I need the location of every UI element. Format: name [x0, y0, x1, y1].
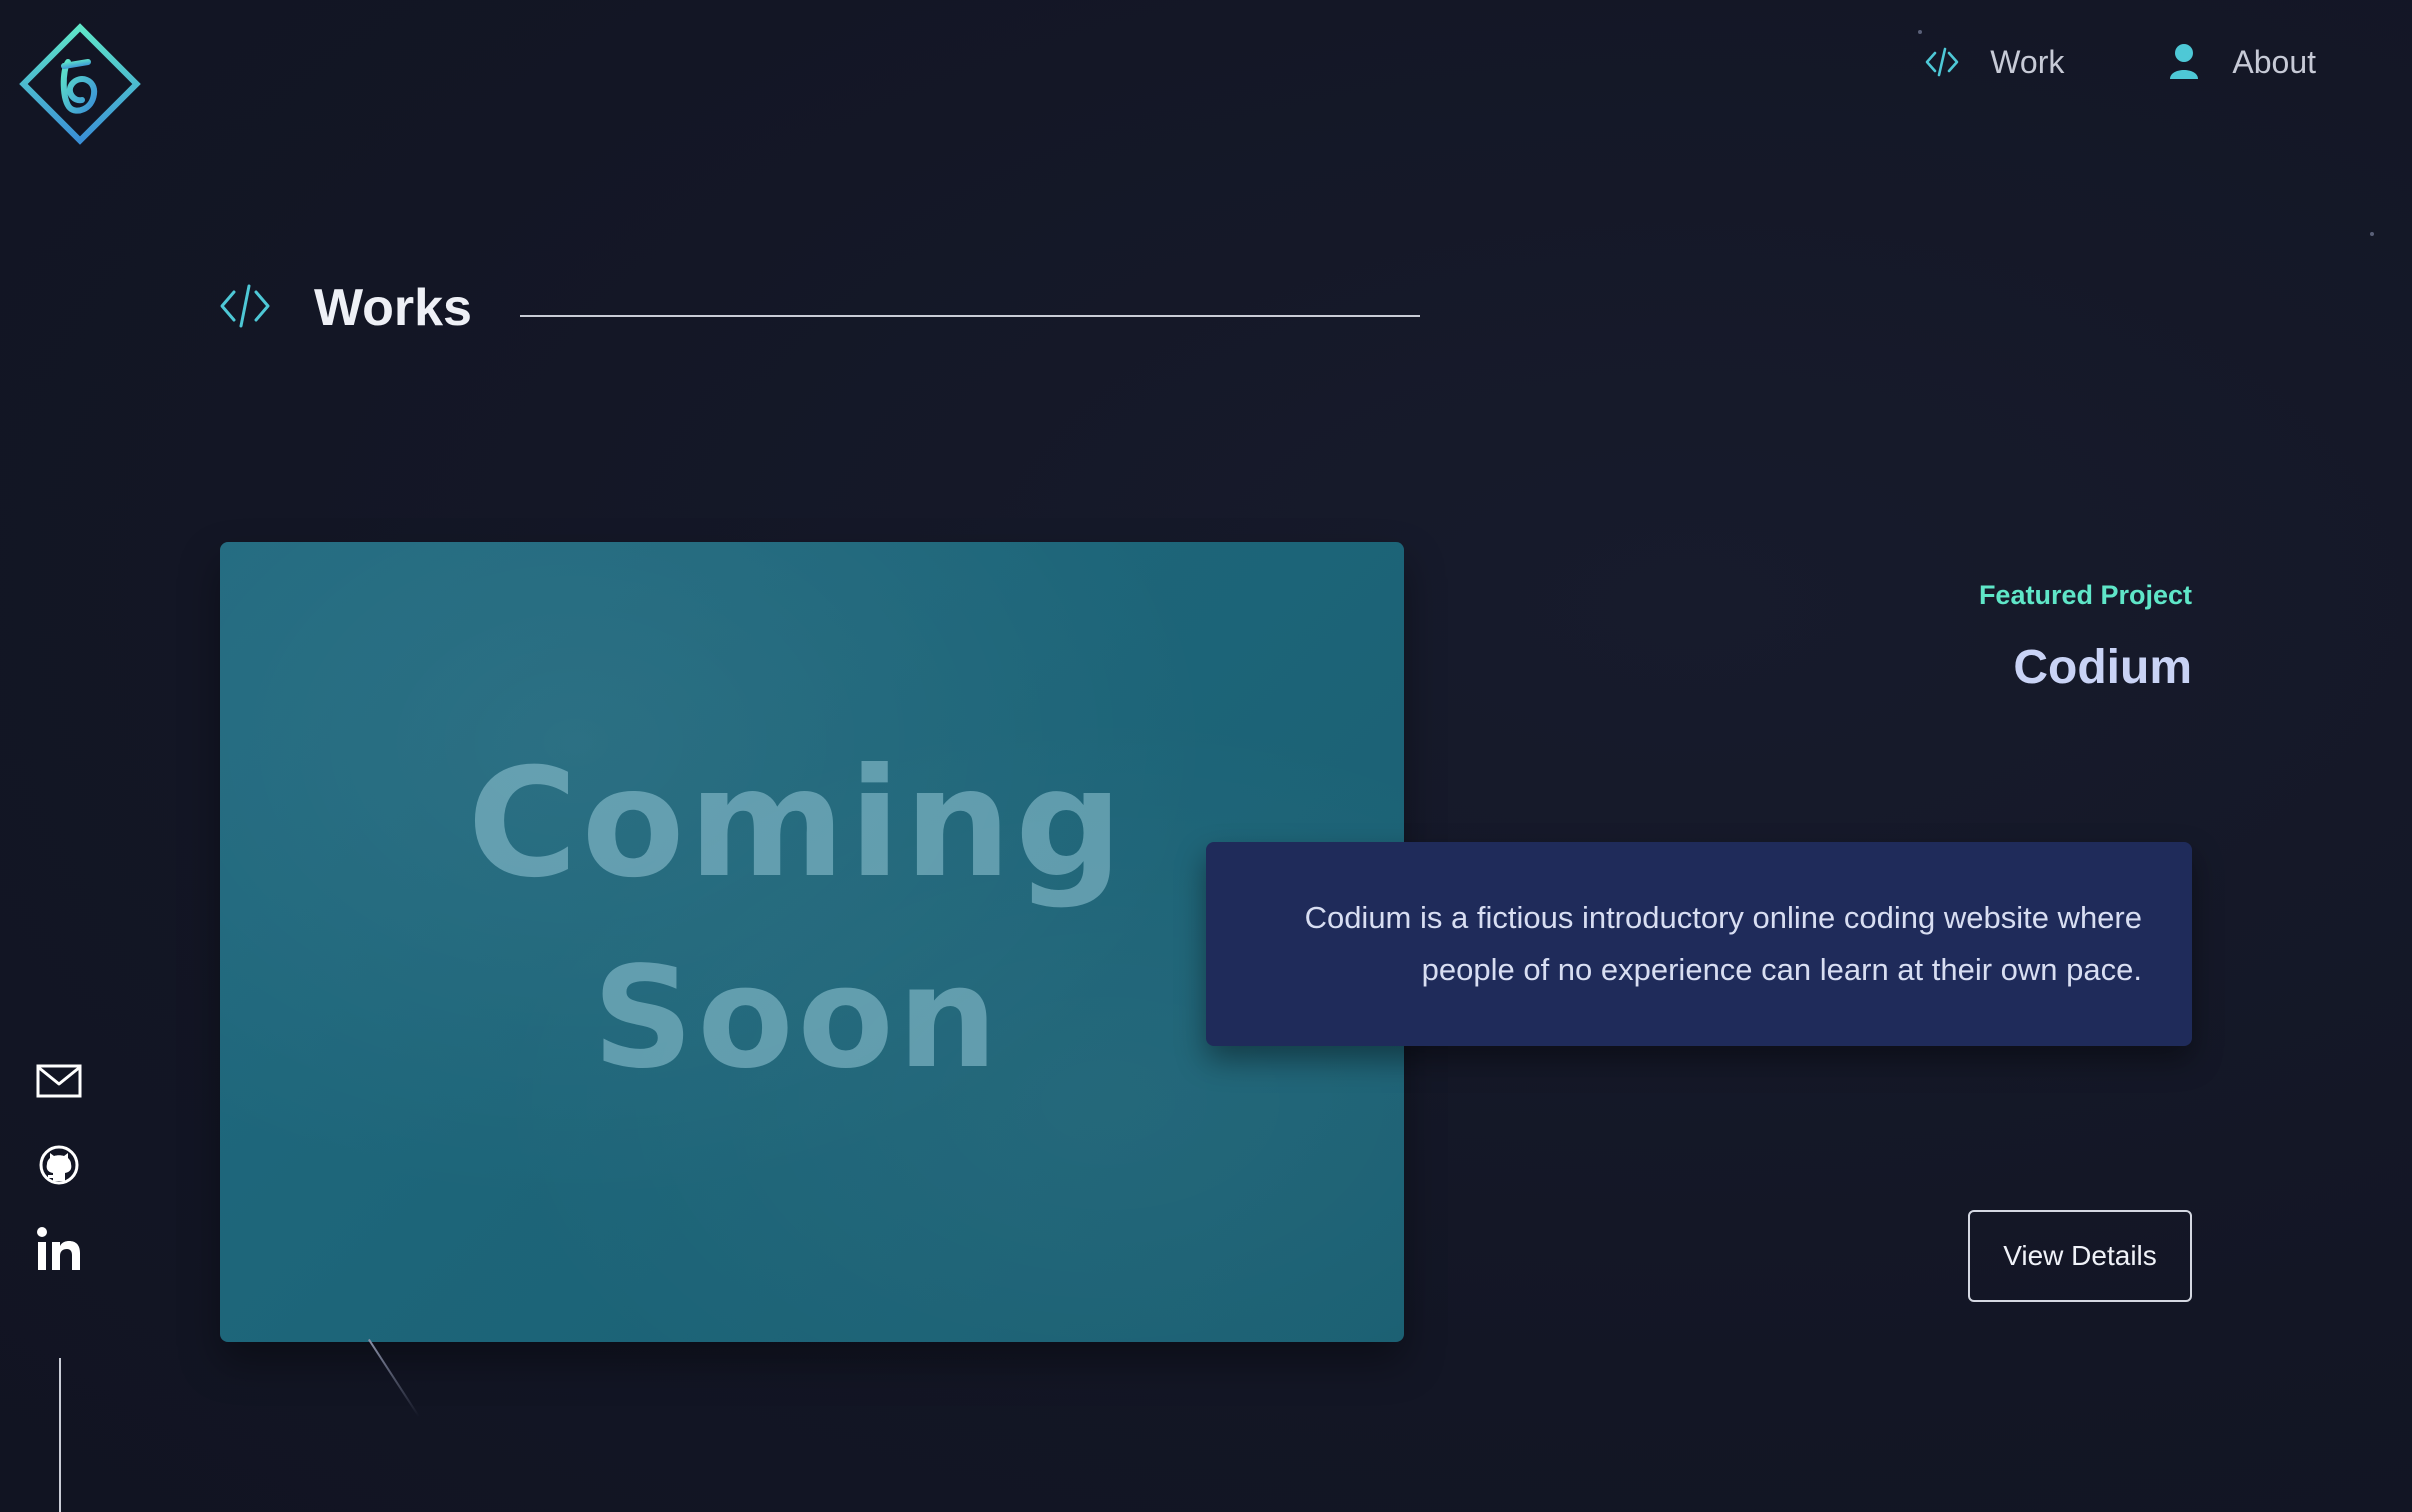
- nav-about[interactable]: About: [2164, 42, 2316, 82]
- linkedin-icon[interactable]: [34, 1224, 84, 1274]
- github-icon[interactable]: [34, 1140, 84, 1190]
- user-icon: [2164, 42, 2204, 82]
- section-header: Works: [218, 278, 472, 338]
- code-icon: [218, 282, 272, 335]
- section-divider: [520, 315, 1420, 317]
- page: Work About Works Coming Soon Featured Pr…: [0, 0, 2412, 1512]
- view-details-button[interactable]: View Details: [1968, 1210, 2192, 1302]
- project-description-line: Codium is a fictious introductory online…: [1304, 900, 2142, 935]
- decorative-shooting-star: [368, 1338, 420, 1418]
- nav-work[interactable]: Work: [1922, 42, 2064, 82]
- featured-label: Featured Project: [1978, 580, 2192, 610]
- social-links: [34, 1056, 84, 1274]
- top-nav: Work About: [1922, 42, 2316, 82]
- decorative-star: [1918, 30, 1922, 34]
- decorative-star: [2370, 232, 2374, 236]
- project-title[interactable]: Codium: [2013, 640, 2192, 695]
- mail-icon[interactable]: [34, 1056, 84, 1106]
- social-divider-line: [59, 1358, 61, 1512]
- project-description-card: Codium is a fictious introductory online…: [1206, 842, 2192, 1046]
- project-description-line: people of no experience can learn at the…: [1421, 952, 2142, 987]
- section-title: Works: [314, 279, 472, 337]
- code-icon: [1922, 42, 1962, 82]
- logo[interactable]: [18, 22, 142, 146]
- nav-about-label: About: [2232, 43, 2316, 80]
- nav-work-label: Work: [1990, 43, 2065, 80]
